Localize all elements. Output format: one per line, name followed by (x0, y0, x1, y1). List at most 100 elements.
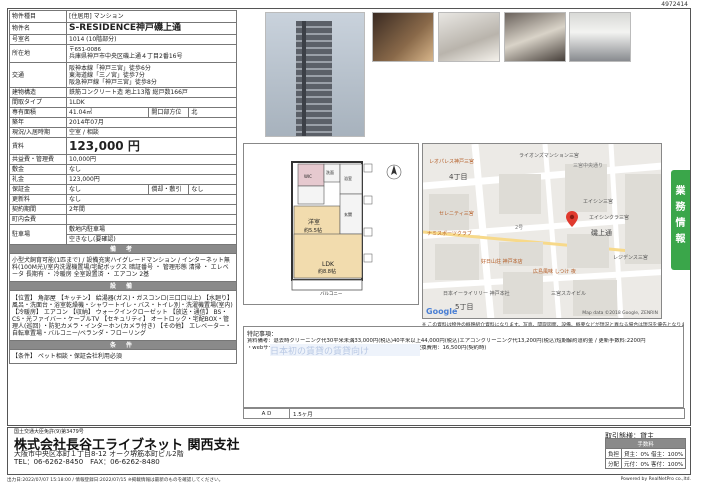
map-label: 三宮中央通り (573, 163, 604, 169)
amortize-value: なし (188, 184, 237, 195)
north-arrow-icon (386, 164, 402, 180)
map-label: セレニティ三宮 (439, 211, 474, 217)
floor-plan-drawing: 洋室 約5.5帖 LDK 約8.8帖 バルコニー WIC 玄関 浴室 洗面 (291, 161, 402, 297)
map-label: エイシンクラ三宮 (589, 215, 630, 221)
key-money-label: 礼金 (9, 174, 67, 185)
name-value: S-RESIDENCE神戸磯上通 (66, 22, 237, 35)
area-label: 専有面積 (9, 107, 67, 118)
map-label: 2号 (515, 225, 524, 231)
facilities-band: 設 備 (9, 281, 237, 291)
term-value: 2年間 (66, 204, 237, 215)
built-value: 2014年07月 (66, 117, 237, 128)
type-label: 物件種目 (9, 10, 67, 23)
guarantee-label: 保証金 (9, 184, 67, 195)
interior-photo-2 (438, 12, 500, 62)
transport-label: 交通 (9, 62, 67, 88)
business-info-tab[interactable]: 業務情報 (671, 170, 690, 270)
ad-table: A D 1.5ヶ月 (243, 408, 685, 419)
fee-key: 分配 (604, 458, 623, 469)
plan-entrance-label: 玄関 (344, 211, 352, 217)
deposit-label: 敷金 (9, 164, 67, 175)
opening-value: 北 (188, 107, 237, 118)
fee-table: 手数料 負担 貸主：0% 借主：100% 分配 元付：0% 客付：100% (604, 438, 687, 469)
building-photo (265, 12, 365, 137)
built-label: 築年 (9, 117, 67, 128)
area-value: 41.04㎡ (65, 107, 150, 118)
guarantee-value: なし (65, 184, 150, 195)
ad-value: 1.5ヶ月 (289, 408, 685, 419)
layout-value: 1LDK (66, 97, 237, 108)
page-id: 4972414 (661, 1, 688, 8)
amortize-label: 償却・敷引 (148, 184, 190, 195)
powered-by: Powered by RealNetPro co.,ltd. (620, 477, 691, 482)
map-label: 好日山荘 神戸本店 (481, 259, 523, 265)
map-label: レジデンス三宮 (613, 255, 648, 261)
fee-value: 貸主：0% 借主：100% (621, 448, 687, 459)
interior-photo-4 (569, 12, 631, 62)
parking-label: 駐車場 (9, 224, 67, 245)
structure-value: 鉄筋コンクリート造 地上13階 総戸数166戸 (66, 87, 237, 98)
room-value: 1014 (10階部分) (66, 34, 237, 45)
common-fee-value: 10,000円 (66, 154, 237, 165)
side-tab-label: 業務情報 (675, 186, 686, 245)
room-label: 号室名 (9, 34, 67, 45)
map-copyright: Map data ©2018 Google, ZENRIN (582, 311, 658, 316)
remarks-header: 特記事項： (247, 331, 278, 338)
special-remarks: 特記事項： 賃料備考：退去時クリーニング代30平米未満33,000円(税込)40… (243, 326, 684, 408)
key-money-value: 123,000円 (66, 174, 237, 185)
remarks-band: 備 考 (9, 244, 237, 254)
layout-label: 間取タイプ (9, 97, 67, 108)
deposit-value: なし (66, 164, 237, 175)
name-label: 物件名 (9, 22, 67, 35)
status-label: 現況/入居時期 (9, 127, 67, 138)
map-label: ライオンズマンション三宮 (519, 153, 579, 159)
transport-line: 阪急神戸線「神戸三宮」徒歩8分 (69, 78, 157, 86)
google-logo: Google (426, 307, 458, 316)
plan-wash-label: 洗面 (326, 169, 334, 175)
structure-label: 建物構造 (9, 87, 67, 98)
address-value: 兵庫県神戸市中央区磯上通４丁目2番16号 (69, 53, 183, 61)
map-pin-icon (566, 211, 578, 227)
map-label: ナミスポーツクラブ (427, 231, 472, 237)
association-label: 町内会費 (9, 214, 67, 225)
rent-value: 123,000 円 (66, 137, 237, 155)
output-footer: 出力日:2022/07/07 15:18:00 / 情報登録日:2022/07/… (7, 477, 691, 483)
conditions-text: 【条件】 ペット相談・保証会社利用必須 (9, 349, 237, 364)
location-label: 所在地 (9, 44, 67, 63)
output-date: 出力日:2022/07/07 15:18:00 / 情報登録日:2022/07/… (7, 478, 224, 483)
map-label: 4丁目 (449, 173, 468, 181)
map-label: 磯上通 (591, 229, 612, 237)
property-table: 物件種目 [住居用] マンション 物件名 S-RESIDENCE神戸磯上通 号室名 1… (9, 10, 237, 364)
plan-bath-label: 浴室 (344, 175, 352, 181)
map-label: 日本イーライリリー 神戸本社 (443, 291, 510, 297)
company-phone: TEL：06-6262-8450 FAX：06-6262-8480 (14, 458, 160, 466)
type-value: [住居用] マンション (66, 10, 237, 23)
map-label: 広島風味 しつけ 夜 (533, 269, 576, 275)
transport-line: 東海道線「三ノ宮」徒歩7分 (69, 71, 145, 79)
transport-line: 阪神本線「神戸三宮」徒歩6分 (69, 64, 151, 72)
rent-label: 賃料 (9, 137, 67, 155)
map-label: 5丁目 (455, 303, 474, 311)
tower-image (296, 21, 332, 136)
plan-closet-label: WIC (304, 174, 312, 179)
common-fee-label: 共益費・管理費 (9, 154, 67, 165)
renewal-label: 更新料 (9, 194, 67, 205)
conditions-band: 条 件 (9, 340, 237, 350)
location-map: 三宮中央通り レオパレス神戸三宮 ライオンズマンション三宮 4丁目 セレニティ三… (422, 143, 662, 319)
term-label: 契約期間 (9, 204, 67, 215)
facilities-text: 【位置】 角部屋 【キッチン】 給湯器(ガス)・ガスコンロ(三口口以上) 【水廻… (9, 290, 237, 341)
plan-room1-size: 約5.5帖 (304, 227, 322, 234)
renewal-value: なし (66, 194, 237, 205)
fee-header: 手数料 (604, 438, 687, 449)
fee-value: 元付：0% 客付：100% (621, 458, 687, 469)
plan-room2-size: 約8.8帖 (318, 268, 336, 275)
map-label: 三宮スカイビル (551, 291, 587, 297)
plan-balcony-label: バルコニー (320, 291, 343, 297)
parking-value: 敷地内駐車場 (66, 224, 237, 235)
map-label: レオパレス神戸三宮 (429, 159, 475, 165)
interior-photo-3 (504, 12, 566, 62)
opening-label: 開口部方位 (148, 107, 190, 118)
plan-room1-label: 洋室 (308, 218, 320, 226)
ad-label: A D (243, 408, 290, 419)
map-label: エイシン三宮 (583, 199, 614, 205)
